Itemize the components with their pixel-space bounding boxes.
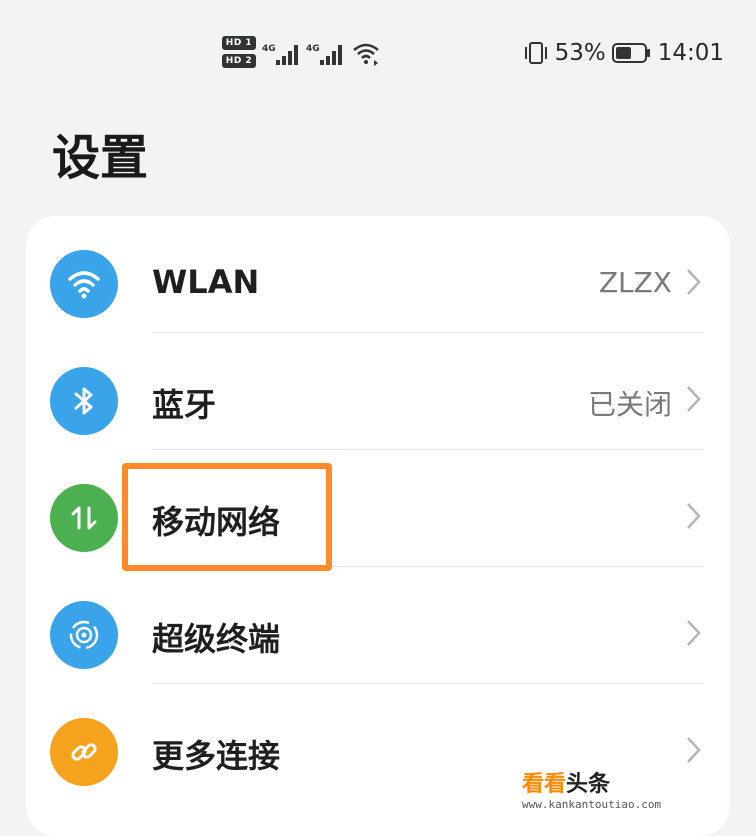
bluetooth-icon-badge: [50, 367, 118, 435]
watermark-logo-orange: 看看: [522, 772, 567, 797]
wifi-status-icon: [353, 43, 379, 66]
settings-item-super-device[interactable]: 超级终端: [26, 567, 730, 684]
mobile-network-icon-badge: [50, 484, 118, 552]
sim2-hd-badge: HD 2: [222, 54, 256, 68]
svg-text:4G: 4G: [262, 44, 276, 54]
link-icon: [71, 743, 97, 761]
highlight-box: [122, 463, 332, 571]
sim1-hd-badge: HD 1: [222, 36, 256, 50]
settings-item-label: 超级终端: [152, 620, 281, 658]
bluetooth-icon: [74, 387, 93, 415]
vibrate-icon: [524, 42, 547, 64]
wlan-icon-badge: [50, 250, 118, 318]
settings-item-value: ZLZX: [598, 266, 672, 299]
settings-item-value: 已关闭: [587, 388, 672, 421]
watermark: 看看头条 www.kankantoutiao.com: [522, 766, 742, 811]
settings-item-bluetooth[interactable]: 蓝牙 已关闭: [26, 333, 730, 450]
sim2-signal-icon: 4G: [306, 44, 342, 65]
settings-item-label: 蓝牙: [152, 386, 217, 424]
watermark-url: www.kankantoutiao.com: [522, 798, 662, 811]
more-connections-icon-badge: [50, 718, 118, 786]
wifi-icon: [68, 271, 100, 299]
settings-item-label: WLAN: [152, 263, 260, 301]
status-bar: HD 1 HD 2 4G 4G 53% 14:01: [0, 0, 756, 110]
watermark-logo-dark: 头条: [566, 772, 611, 797]
chevron-right-icon: [687, 386, 701, 412]
sim-hd-badges: HD 1 HD 2: [222, 36, 258, 72]
chevron-right-icon: [687, 620, 701, 646]
svg-text:4G: 4G: [306, 44, 320, 54]
settings-item-wlan[interactable]: WLAN ZLZX: [26, 216, 730, 333]
super-device-icon: [69, 620, 99, 650]
chevron-right-icon: [687, 503, 701, 529]
watermark-logo: 看看头条: [522, 766, 610, 798]
chevron-right-icon: [687, 269, 701, 295]
status-right: 53% 14:01: [523, 40, 724, 66]
super-device-icon-badge: [50, 601, 118, 669]
chevron-right-icon: [687, 737, 701, 763]
battery-percent: 53%: [554, 40, 606, 66]
settings-item-label: 更多连接: [152, 737, 281, 775]
mobile-data-icon: [71, 506, 97, 530]
status-time: 14:01: [657, 40, 724, 66]
page-title: 设置: [52, 130, 149, 186]
battery-icon: [611, 43, 650, 63]
sim1-signal-icon: 4G: [262, 44, 298, 65]
